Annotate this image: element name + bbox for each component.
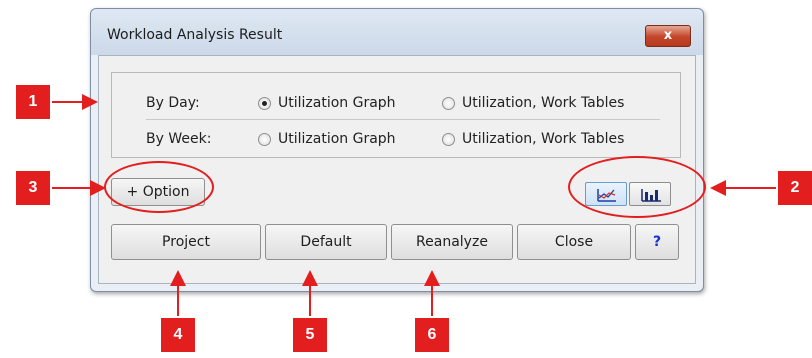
callout-badge-5: 5 — [293, 318, 327, 352]
callout-badge-4: 4 — [161, 318, 195, 352]
callout-badge-3: 3 — [16, 171, 50, 205]
callout-arrows — [52, 94, 776, 316]
callout-badge-6: 6 — [415, 318, 449, 352]
callout-badge-1: 1 — [16, 85, 50, 119]
callout-badge-2: 2 — [778, 171, 812, 205]
